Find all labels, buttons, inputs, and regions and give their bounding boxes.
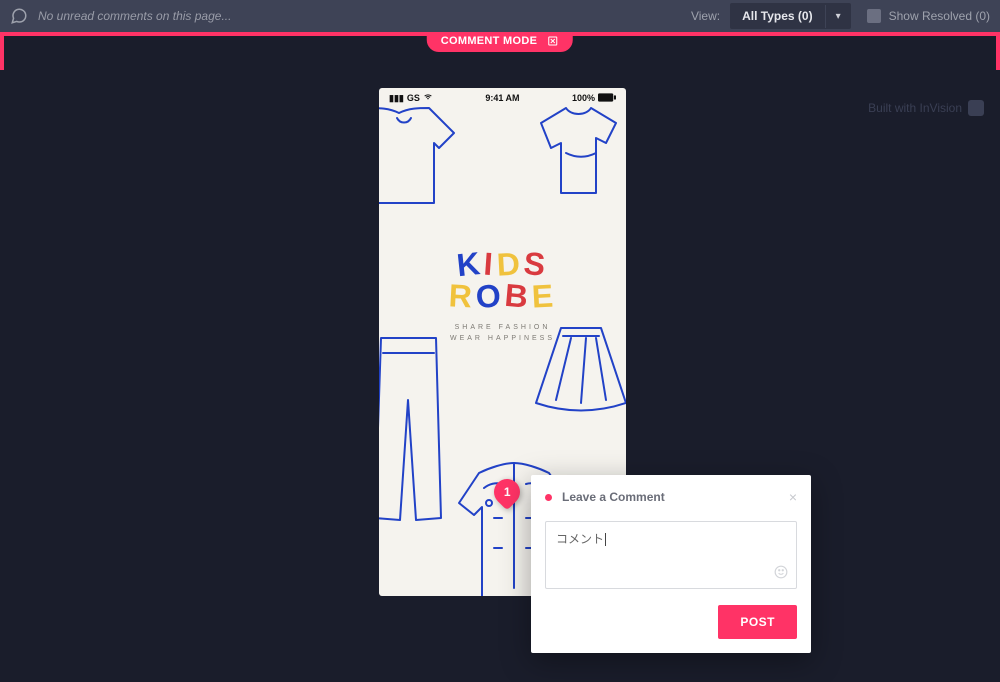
show-resolved-label: Show Resolved (0) bbox=[889, 9, 990, 23]
top-bar: No unread comments on this page... View:… bbox=[0, 0, 1000, 32]
app-logo: KIDS ROBE SHARE FASHION WEAR HAPPINESS bbox=[448, 248, 556, 344]
comment-icon bbox=[10, 7, 28, 25]
view-types-dropdown[interactable]: All Types (0) ▾ bbox=[730, 3, 851, 29]
emoji-icon[interactable] bbox=[774, 565, 788, 582]
comment-mode-close-icon[interactable] bbox=[547, 35, 559, 47]
comment-popover: Leave a Comment × コメント POST bbox=[531, 475, 811, 653]
comment-input[interactable]: コメント bbox=[545, 521, 797, 589]
unread-comments-text: No unread comments on this page... bbox=[38, 9, 691, 23]
status-dot-icon bbox=[545, 494, 552, 501]
view-label: View: bbox=[691, 9, 720, 23]
dropdown-label: All Types (0) bbox=[730, 3, 824, 29]
close-icon[interactable]: × bbox=[789, 489, 797, 505]
show-resolved-toggle[interactable]: Show Resolved (0) bbox=[867, 9, 990, 23]
logo-tagline: SHARE FASHION WEAR HAPPINESS bbox=[448, 322, 556, 344]
chevron-down-icon[interactable]: ▾ bbox=[825, 5, 851, 28]
comment-mode-rail-right bbox=[996, 36, 1000, 70]
doodle-pants bbox=[379, 333, 456, 533]
post-button[interactable]: POST bbox=[718, 605, 797, 639]
built-with-text: Built with InVision bbox=[868, 101, 962, 115]
doodle-tshirt bbox=[526, 98, 626, 208]
comment-mode-rail-left bbox=[0, 36, 4, 70]
logo-line-1: KIDS bbox=[448, 248, 556, 280]
logo-line-2: ROBE bbox=[448, 280, 556, 312]
comment-pin-number: 1 bbox=[504, 485, 511, 499]
built-with-badge: Built with InVision bbox=[868, 100, 984, 116]
invision-logo-icon bbox=[968, 100, 984, 116]
popover-title: Leave a Comment bbox=[562, 490, 789, 504]
comment-mode-tag[interactable]: COMMENT MODE bbox=[427, 32, 573, 52]
doodle-shirt bbox=[379, 98, 459, 218]
clock-label: 9:41 AM bbox=[485, 93, 519, 103]
checkbox-icon[interactable] bbox=[867, 9, 881, 23]
comment-input-value: コメント bbox=[556, 532, 604, 546]
comment-mode-label: COMMENT MODE bbox=[441, 35, 537, 47]
